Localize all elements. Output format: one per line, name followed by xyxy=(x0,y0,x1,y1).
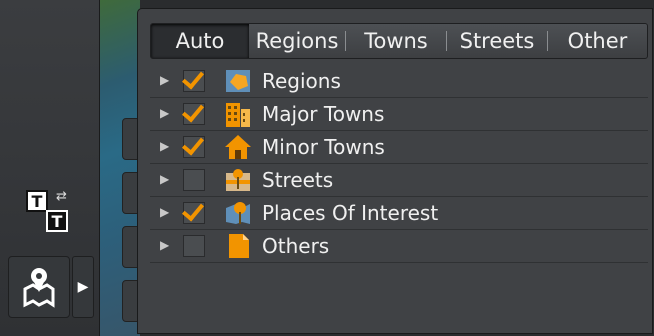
expand-arrow-icon[interactable]: ▶ xyxy=(160,205,172,219)
layer-checkbox[interactable] xyxy=(183,169,205,191)
list-item[interactable]: ▶ Regions xyxy=(150,65,648,98)
layer-list: ▶ Regions ▶ Major Towns ▶ Minor Towns ▶ xyxy=(150,65,648,263)
layer-label: Others xyxy=(262,234,330,258)
layer-label: Major Towns xyxy=(262,102,385,126)
list-item[interactable]: ▶ Major Towns xyxy=(150,98,648,131)
text-style-toggle-icon[interactable]: T T ⇄ xyxy=(26,190,76,236)
layer-checkbox[interactable] xyxy=(183,202,205,224)
tab-regions[interactable]: Regions xyxy=(249,24,345,58)
map-pin-icon xyxy=(23,268,55,308)
tab-other[interactable]: Other xyxy=(548,24,647,58)
swap-arrows-icon: ⇄ xyxy=(56,189,67,204)
tab-auto[interactable]: Auto xyxy=(151,24,249,58)
layers-panel: Auto Regions Towns Streets Other ▶ Regio… xyxy=(137,8,653,334)
expand-arrow-icon[interactable]: ▶ xyxy=(160,238,172,252)
expand-arrow-icon[interactable]: ▶ xyxy=(160,106,172,120)
others-icon xyxy=(224,233,252,259)
layer-checkbox[interactable] xyxy=(183,136,205,158)
layer-checkbox[interactable] xyxy=(183,70,205,92)
layer-checkbox[interactable] xyxy=(183,235,205,257)
list-item[interactable]: ▶ Places Of Interest xyxy=(150,197,648,230)
places-of-interest-icon xyxy=(224,200,252,226)
left-toolbar: T T ⇄ ▶ xyxy=(0,0,100,336)
streets-icon xyxy=(224,167,252,193)
minor-towns-icon xyxy=(224,134,252,160)
map-view[interactable] xyxy=(100,0,140,336)
tab-towns[interactable]: Towns xyxy=(346,24,446,58)
expand-arrow-icon[interactable]: ▶ xyxy=(160,172,172,186)
layer-checkbox[interactable] xyxy=(183,103,205,125)
layer-label: Places Of Interest xyxy=(262,201,439,225)
list-item[interactable]: ▶ Others xyxy=(150,230,648,263)
layer-label: Streets xyxy=(262,168,334,192)
layer-label: Minor Towns xyxy=(262,135,385,159)
list-item[interactable]: ▶ Minor Towns xyxy=(150,131,648,164)
expand-arrow-icon[interactable]: ▶ xyxy=(160,73,172,87)
expand-arrow-icon[interactable]: ▶ xyxy=(160,139,172,153)
expand-arrow-button[interactable]: ▶ xyxy=(72,256,94,318)
major-towns-icon xyxy=(224,101,252,127)
regions-icon xyxy=(224,68,252,94)
tab-streets[interactable]: Streets xyxy=(447,24,547,58)
list-item[interactable]: ▶ Streets xyxy=(150,164,648,197)
map-layers-button[interactable] xyxy=(8,256,70,318)
layer-label: Regions xyxy=(262,69,341,93)
filter-tab-bar: Auto Regions Towns Streets Other xyxy=(150,23,648,59)
